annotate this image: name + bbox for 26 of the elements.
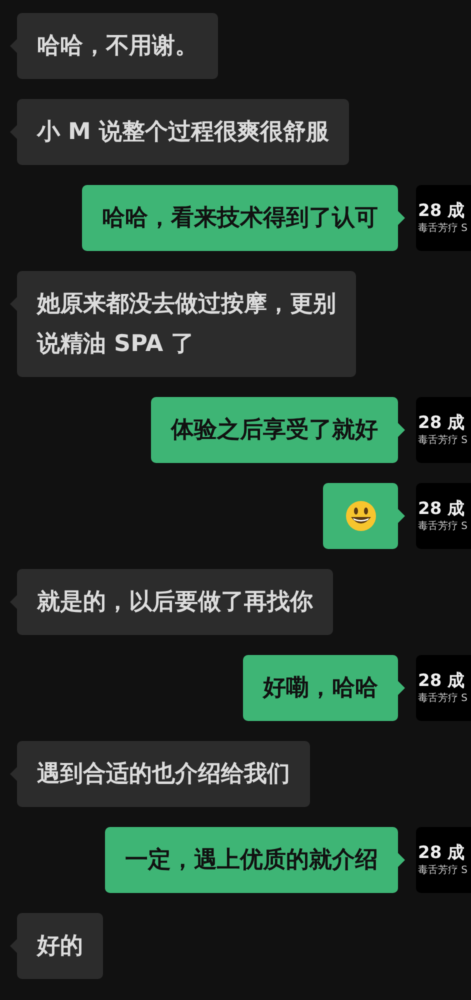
bubble-tail (10, 767, 17, 781)
avatar-title: 28 成 (418, 200, 466, 222)
smiley-icon (344, 500, 376, 532)
bubble-tail (398, 681, 405, 695)
avatar-subtitle: 毒舌芳疗 S (418, 434, 469, 448)
avatar-subtitle: 毒舌芳疗 S (418, 222, 469, 236)
bubble-tail (398, 853, 405, 867)
avatar-card[interactable]: 28 成 毒舌芳疗 S (416, 483, 471, 549)
avatar-card[interactable]: 28 成 毒舌芳疗 S (416, 185, 471, 251)
bubble-tail (10, 939, 17, 953)
avatar-subtitle: 毒舌芳疗 S (418, 864, 469, 878)
avatar-card[interactable]: 28 成 毒舌芳疗 S (416, 397, 471, 463)
avatar-title: 28 成 (418, 412, 466, 434)
avatar-title: 28 成 (418, 842, 466, 864)
avatar-subtitle: 毒舌芳疗 S (418, 520, 469, 534)
bubble-tail (10, 125, 17, 139)
avatar-card[interactable]: 28 成 毒舌芳疗 S (416, 655, 471, 721)
bubble-tail (10, 297, 17, 311)
bubble-tail (398, 211, 405, 225)
avatar-card[interactable]: 28 成 毒舌芳疗 S (416, 827, 471, 893)
avatar-title: 28 成 (418, 498, 466, 520)
bubble-tail (10, 595, 17, 609)
bubble-tail (10, 39, 17, 53)
avatar-subtitle: 毒舌芳疗 S (418, 692, 469, 706)
avatar-title: 28 成 (418, 670, 466, 692)
bubble-tail (398, 423, 405, 437)
